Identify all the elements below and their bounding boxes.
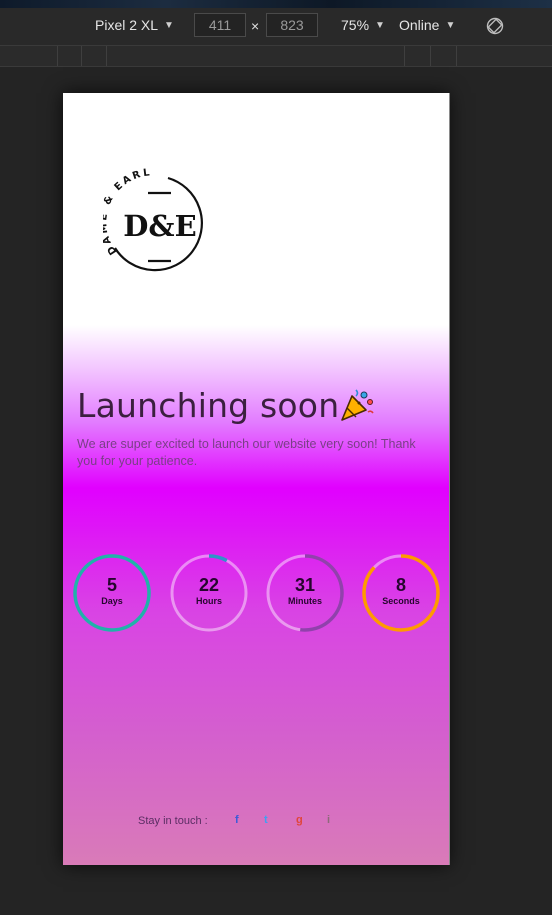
zoom-value: 75% [341, 17, 370, 33]
countdown-hours: 22 Hours [169, 553, 249, 633]
social-links: Stay in touch : f t g i [63, 813, 449, 831]
party-popper-icon [341, 389, 374, 421]
chevron-down-icon: ▼ [164, 19, 174, 31]
facebook-icon[interactable]: f [235, 814, 239, 826]
zoom-select[interactable]: 75% ▼ [341, 17, 385, 33]
network-throttle-select[interactable]: Online ▼ [399, 17, 455, 33]
device-viewport: DAME & EARL D&E Launching soon We are su… [63, 93, 449, 865]
chevron-down-icon: ▼ [375, 19, 385, 31]
window-top-strip [0, 0, 552, 8]
network-value: Online [399, 17, 440, 33]
rotate-icon[interactable] [486, 17, 504, 35]
countdown-seconds: 8 Seconds [361, 553, 441, 633]
countdown-timer: 5 Days 22 Hours 31 Minutes 8 Seconds [63, 553, 449, 633]
page-subtitle: We are super excited to launch our websi… [77, 437, 416, 468]
logo-monogram: D&E [123, 209, 196, 243]
device-name: Pixel 2 XL [95, 17, 159, 33]
countdown-label: Days [101, 596, 123, 606]
dame-earl-logo: DAME & EARL D&E [103, 168, 203, 272]
google-plus-icon[interactable]: g [296, 814, 303, 826]
width-input[interactable]: 411 [194, 13, 246, 37]
countdown-label: Minutes [287, 596, 322, 606]
dimension-separator: × [251, 18, 260, 34]
instagram-icon[interactable]: i [327, 814, 330, 826]
device-frame-edge [449, 93, 450, 865]
media-query-ruler[interactable] [0, 46, 552, 67]
countdown-minutes: 31 Minutes [265, 553, 345, 633]
countdown-days: 5 Days [72, 553, 152, 633]
countdown-label: Hours [195, 596, 222, 606]
height-input[interactable]: 823 [266, 13, 318, 37]
countdown-value: 31 [294, 575, 316, 595]
twitter-icon[interactable]: t [264, 814, 268, 826]
page-title: Launching soon [77, 386, 340, 425]
countdown-value: 8 [395, 575, 406, 595]
devtools-device-toolbar: Pixel 2 XL ▼ 411 × 823 75% ▼ Online ▼ [0, 8, 552, 46]
device-select[interactable]: Pixel 2 XL ▼ [95, 17, 174, 33]
chevron-down-icon: ▼ [445, 19, 456, 31]
countdown-value: 22 [198, 575, 220, 595]
countdown-label: Seconds [382, 596, 420, 606]
countdown-value: 5 [106, 575, 117, 595]
stay-in-touch-label: Stay in touch : [138, 815, 208, 827]
